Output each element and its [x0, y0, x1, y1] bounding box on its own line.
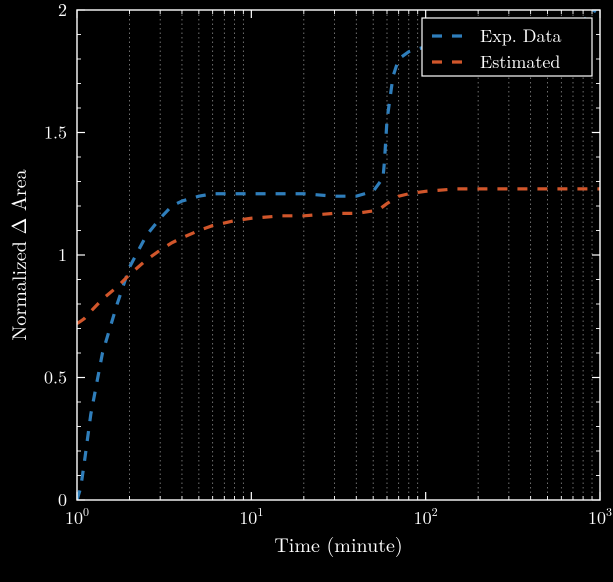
chart-figure: 100 101 102 103 0 0.5 1 1.5 2 Time (minute) Normal…: [0, 0, 613, 582]
y-tick-label: 0: [58, 487, 67, 512]
x-tick-label: 101: [239, 503, 263, 531]
y-axis-label: Normalized Δ Area: [3, 169, 32, 340]
x-tick-label: 100: [65, 503, 89, 531]
x-tick-label: 102: [414, 503, 438, 531]
y-tick-label: 2: [58, 0, 67, 22]
legend: Exp. DataEstimated: [422, 18, 592, 76]
x-tick-label: 103: [588, 503, 612, 531]
y-tick-label: 1: [58, 242, 67, 267]
chart-svg: 100 101 102 103 0 0.5 1 1.5 2 Time (minute) Normal…: [0, 0, 613, 582]
y-tick-label: 1.5: [44, 120, 67, 145]
legend-entry-label: Exp. Data: [480, 23, 562, 48]
legend-entry-label: Estimated: [480, 49, 560, 74]
y-tick-label: 0.5: [44, 365, 67, 390]
x-axis-label: Time (minute): [274, 529, 402, 558]
